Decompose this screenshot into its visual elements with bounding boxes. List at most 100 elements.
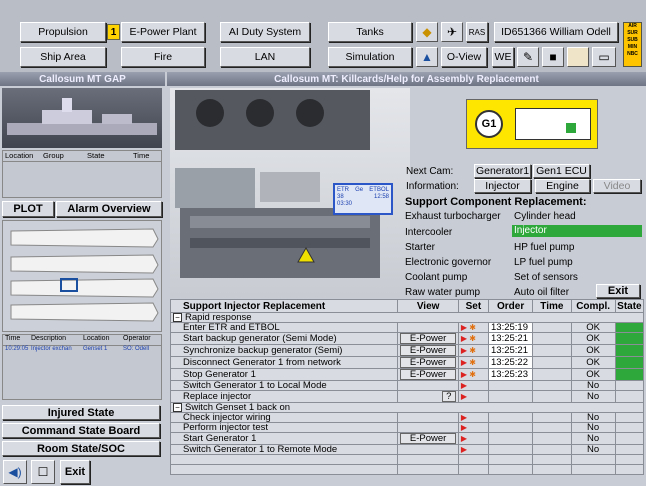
helicopter-icon[interactable]: ✈ bbox=[441, 22, 463, 42]
hazard-icon[interactable]: ◆ bbox=[416, 22, 438, 42]
table-group-row[interactable]: − Rapid response bbox=[170, 312, 644, 323]
set-arrow-icon[interactable]: ▶ bbox=[461, 424, 467, 432]
camera-icon[interactable]: ■ bbox=[542, 47, 564, 67]
set-cell[interactable]: ▶ bbox=[457, 422, 490, 433]
task-label: Start backup generator (Semi Mode) bbox=[169, 332, 399, 345]
engine-info-button[interactable]: Engine bbox=[535, 179, 590, 193]
component-injector-selected[interactable]: Injector bbox=[512, 225, 642, 237]
component-lp-fuel-pump[interactable]: LP fuel pump bbox=[514, 257, 573, 268]
e-power-view-button[interactable]: E-Power bbox=[400, 357, 456, 368]
generator1-cam-button[interactable]: Generator1 bbox=[474, 164, 531, 178]
set-cell[interactable]: ▶ ✱ bbox=[457, 356, 490, 369]
table-row[interactable]: Switch Generator 1 to Remote Mode ▶ No bbox=[169, 444, 645, 455]
table-row[interactable]: Perform injector test ▶ No bbox=[169, 422, 645, 433]
set-cell[interactable]: ▶ bbox=[457, 390, 490, 403]
operation-log[interactable]: Time Description Location Operator 10:29… bbox=[2, 334, 162, 400]
component-hp-fuel-pump[interactable]: HP fuel pump bbox=[514, 242, 574, 253]
monitor-icon[interactable]: ▭ bbox=[592, 47, 616, 67]
component-coolant-pump[interactable]: Coolant pump bbox=[405, 272, 467, 283]
gen1-ecu-cam-button[interactable]: Gen1 ECU bbox=[533, 164, 590, 178]
group-cell[interactable]: − Switch Genset 1 back on bbox=[170, 402, 644, 413]
e-power-view-button[interactable]: E-Power bbox=[400, 369, 456, 380]
empty-cell bbox=[457, 454, 490, 465]
main-exit-button[interactable]: Exit bbox=[596, 284, 640, 298]
table-row[interactable]: Start backup generator (Semi Mode) E-Powe… bbox=[169, 332, 645, 345]
component-intercooler[interactable]: Intercooler bbox=[405, 227, 452, 238]
component-set-of-sensors[interactable]: Set of sensors bbox=[514, 272, 578, 283]
o-view-button[interactable]: O-View bbox=[441, 47, 487, 67]
set-arrow-icon[interactable]: ▶ bbox=[461, 382, 467, 390]
set-arrow-icon[interactable]: ▶ bbox=[461, 446, 467, 454]
task-table[interactable]: Support Injector Replacement View Set Or… bbox=[169, 299, 645, 475]
deck-plan-view[interactable] bbox=[2, 220, 162, 332]
table-row[interactable]: Enter ETR and ETBOL ▶ ✱ 13:25:19 OK bbox=[169, 322, 645, 333]
component-auto-oil-filter[interactable]: Auto oil filter bbox=[514, 287, 569, 298]
e-power-view-button[interactable]: E-Power bbox=[400, 433, 456, 444]
left-exit-button[interactable]: Exit bbox=[60, 460, 90, 484]
collapse-toggle-icon[interactable]: − bbox=[173, 313, 182, 322]
alarm-overview-button[interactable]: Alarm Overview bbox=[56, 201, 162, 217]
ship-area-button[interactable]: Ship Area bbox=[20, 47, 106, 67]
e-power-view-button[interactable]: E-Power bbox=[400, 345, 456, 356]
view-cell: E-Power bbox=[397, 432, 459, 445]
tanks-button[interactable]: Tanks bbox=[328, 22, 412, 42]
set-cell[interactable]: ▶ bbox=[457, 412, 490, 423]
compl-cell: No bbox=[570, 380, 616, 391]
simulation-button[interactable]: Simulation bbox=[328, 47, 412, 67]
component-cylinder-head[interactable]: Cylinder head bbox=[514, 211, 576, 222]
set-arrow-icon[interactable]: ▶ bbox=[461, 434, 467, 443]
component-starter[interactable]: Starter bbox=[405, 242, 435, 253]
time-cell bbox=[532, 380, 572, 391]
table-group-row[interactable]: − Switch Genset 1 back on bbox=[170, 402, 644, 413]
set-cell[interactable]: ▶ bbox=[457, 432, 490, 445]
ship-icon[interactable]: ▲ bbox=[416, 47, 438, 67]
etbol-value: 12:58 bbox=[373, 194, 389, 200]
injector-info-button[interactable]: Injector bbox=[474, 179, 531, 193]
component-electronic-governor[interactable]: Electronic governor bbox=[405, 257, 491, 268]
we-button[interactable]: WE bbox=[492, 47, 514, 67]
table-row[interactable]: Replace injector? ▶ No bbox=[169, 390, 645, 403]
table-row[interactable]: Stop Generator 1 E-Power ▶ ✱ 13:25:23 OK bbox=[169, 368, 645, 381]
component-exhaust-turbocharger[interactable]: Exhaust turbocharger bbox=[405, 211, 501, 222]
generator-schematic[interactable]: G1 bbox=[466, 99, 598, 149]
air-status: AIR bbox=[628, 23, 637, 29]
set-cell[interactable]: ▶ ✱ bbox=[457, 368, 490, 381]
video-info-button[interactable]: Video bbox=[593, 179, 641, 193]
room-state-soc-button[interactable]: Room State/SOC bbox=[2, 441, 160, 456]
set-cell[interactable]: ▶ ✱ bbox=[457, 344, 490, 357]
table-row[interactable]: Start Generator 1 E-Power ▶ No bbox=[169, 432, 645, 445]
injured-state-button[interactable]: Injured State bbox=[2, 405, 160, 420]
command-state-board-button[interactable]: Command State Board bbox=[2, 423, 160, 438]
tools-icon[interactable]: ✎ bbox=[517, 47, 539, 67]
notes-icon[interactable] bbox=[567, 47, 589, 67]
state-cell bbox=[614, 390, 645, 403]
help-button[interactable]: ? bbox=[441, 391, 456, 402]
lan-button[interactable]: LAN bbox=[220, 47, 310, 67]
event-list[interactable]: Location Group State Time bbox=[2, 150, 162, 198]
component-raw-water-pump[interactable]: Raw water pump bbox=[405, 287, 480, 298]
set-cell[interactable]: ▶ ✱ bbox=[457, 322, 490, 333]
table-row[interactable]: Disconnect Generator 1 from network E-Pow… bbox=[169, 356, 645, 369]
group-cell[interactable]: − Rapid response bbox=[170, 312, 644, 323]
speaker-icon[interactable]: ◀) bbox=[3, 460, 27, 484]
ai-duty-system-button[interactable]: AI Duty System bbox=[220, 22, 310, 42]
log-row[interactable]: 10:29:05 Injector exchan Genset 1 SO: Od… bbox=[3, 346, 161, 355]
task-label: Switch Generator 1 to Remote Mode bbox=[169, 444, 399, 455]
set-cell[interactable]: ▶ ✱ bbox=[457, 332, 490, 345]
propulsion-button[interactable]: Propulsion bbox=[20, 22, 106, 42]
intercom-icon[interactable]: ☐ bbox=[31, 460, 55, 484]
plot-button[interactable]: PLOT bbox=[2, 201, 54, 217]
set-cell[interactable]: ▶ bbox=[457, 380, 490, 391]
ras-button[interactable]: RAS bbox=[466, 22, 488, 42]
e-power-view-button[interactable]: E-Power bbox=[400, 333, 456, 344]
collapse-toggle-icon[interactable]: − bbox=[173, 403, 182, 412]
fire-button[interactable]: Fire bbox=[121, 47, 205, 67]
set-arrow-icon[interactable]: ▶ bbox=[461, 414, 467, 422]
e-power-plant-button[interactable]: E-Power Plant bbox=[121, 22, 205, 42]
table-row[interactable]: Switch Generator 1 to Local Mode ▶ No bbox=[169, 380, 645, 391]
set-cell[interactable]: ▶ bbox=[457, 444, 490, 455]
table-row[interactable]: Check injector wiring ▶ No bbox=[169, 412, 645, 423]
col-task: Support Injector Replacement bbox=[169, 299, 399, 313]
table-row[interactable]: Synchronize backup generator (Semi) E-Pow… bbox=[169, 344, 645, 357]
set-arrow-icon[interactable]: ▶ bbox=[461, 392, 467, 401]
